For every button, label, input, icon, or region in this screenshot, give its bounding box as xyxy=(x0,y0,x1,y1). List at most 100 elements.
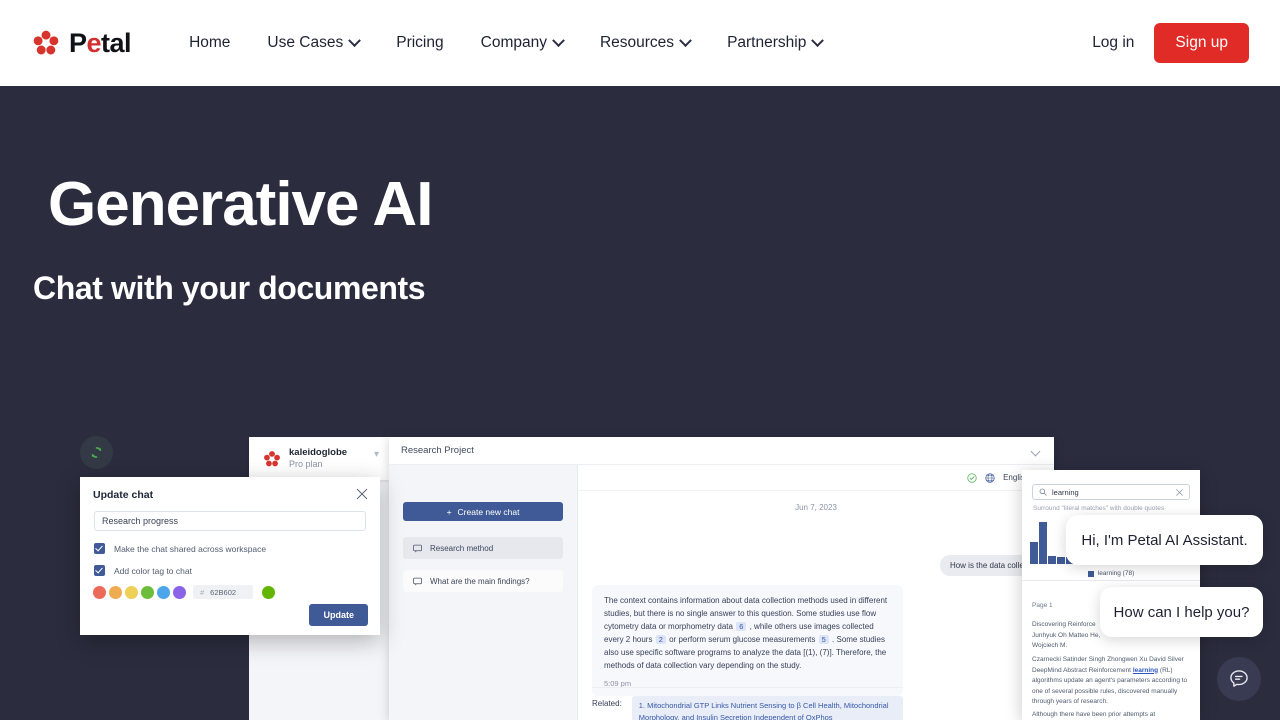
workspace-account-card[interactable]: kaleidoglobe Pro plan ▾ xyxy=(249,437,389,480)
result-line-3: Wojciech M. xyxy=(1032,642,1068,650)
page-root: Petal Home Use Cases Pricing Company Res… xyxy=(0,0,1280,720)
close-icon[interactable] xyxy=(356,488,368,500)
share-across-workspace-row[interactable]: Make the chat shared across workspace xyxy=(94,543,266,554)
create-new-chat-button[interactable]: + Create new chat xyxy=(403,502,563,521)
legend-label: learning (78) xyxy=(1097,570,1135,577)
legend-swatch xyxy=(1087,570,1094,577)
brand-name-e: e xyxy=(86,27,102,58)
top-navbar: Petal Home Use Cases Pricing Company Res… xyxy=(0,0,1280,86)
nav-actions: Log in Sign up xyxy=(1092,23,1249,63)
hex-hash-symbol: # xyxy=(200,587,205,597)
color-swatch-2[interactable] xyxy=(125,585,138,599)
sync-badge xyxy=(80,436,113,469)
citation-chip[interactable]: 5 xyxy=(818,634,829,644)
current-color-swatch[interactable] xyxy=(262,585,275,599)
chevron-down-icon[interactable] xyxy=(1030,446,1041,457)
color-swatch-row: # 62B602 xyxy=(93,585,275,599)
citation-chip[interactable]: 2 xyxy=(655,634,666,644)
workspace-name: kaleidoglobe xyxy=(289,446,348,458)
nav-item-use-cases[interactable]: Use Cases xyxy=(255,26,371,60)
answer-part-3: or perform serum glucose measurements xyxy=(669,634,816,644)
sync-icon xyxy=(91,447,102,458)
chevron-down-icon xyxy=(811,33,825,47)
related-label: Related: xyxy=(592,699,622,708)
result-body-block-2: Although there have been prior attempts … xyxy=(1032,711,1156,718)
hex-value: 62B602 xyxy=(210,587,237,597)
color-swatch-3[interactable] xyxy=(141,585,154,599)
color-swatch-5[interactable] xyxy=(173,585,186,599)
highlighted-term: learning xyxy=(1132,666,1159,674)
checkbox-label: Make the chat shared across workspace xyxy=(114,543,267,554)
related-items: 1. Mitochondrial GTP Links Nutrient Sens… xyxy=(631,696,903,720)
search-input-value[interactable]: learning xyxy=(1052,488,1171,497)
assistant-answer-bubble: The context contains information about d… xyxy=(592,585,903,696)
chat-list-item-label: What are the main findings? xyxy=(430,576,530,586)
chat-list-item[interactable]: Research method xyxy=(403,537,563,559)
hex-value-box[interactable]: # 62B602 xyxy=(193,585,253,599)
color-swatch-4[interactable] xyxy=(157,585,170,599)
checkbox-label: Add color tag to chat xyxy=(114,565,192,576)
chat-widget-button[interactable] xyxy=(1217,657,1261,701)
page-label: Page 1 xyxy=(1032,602,1053,609)
citation-chip[interactable]: 6 xyxy=(736,621,747,631)
assistant-answer-text: The context contains information about d… xyxy=(604,595,891,673)
nav-item-company[interactable]: Company xyxy=(469,26,575,60)
create-new-chat-label: Create new chat xyxy=(457,506,520,517)
clear-search-icon[interactable] xyxy=(1176,488,1183,496)
checkbox-checked-icon[interactable] xyxy=(94,543,105,554)
petal-flower-icon xyxy=(33,30,59,55)
chat-bubble-icon xyxy=(413,577,422,585)
brand-name-p: P xyxy=(69,27,87,58)
workspace-switcher-icon[interactable]: ▾ xyxy=(374,450,379,460)
check-circle-icon[interactable] xyxy=(967,472,977,483)
search-hint: Surround "literal matches" with double q… xyxy=(1033,505,1165,512)
search-box[interactable]: learning xyxy=(1032,484,1190,500)
login-link[interactable]: Log in xyxy=(1092,34,1134,52)
conversation-toolbar: English (U xyxy=(578,465,1054,491)
search-icon xyxy=(1039,488,1047,496)
checkbox-checked-icon[interactable] xyxy=(94,565,105,576)
app-window: Research Project + Create new chat Resea… xyxy=(389,437,1054,720)
assistant-prompt-bubble: How can I help you? xyxy=(1100,587,1263,637)
color-swatch-0[interactable] xyxy=(93,585,106,599)
project-title: Research Project xyxy=(401,445,474,456)
nav-label: Resources xyxy=(599,34,675,51)
nav-item-pricing[interactable]: Pricing xyxy=(384,26,455,60)
chart-bar xyxy=(1039,522,1048,564)
assistant-greeting-bubble: Hi, I'm Petal AI Assistant. xyxy=(1066,515,1263,565)
chart-bar xyxy=(1030,542,1039,564)
nav-item-home[interactable]: Home xyxy=(177,26,242,60)
nav-label: Home xyxy=(189,34,231,51)
globe-icon[interactable] xyxy=(985,472,995,483)
dialog-title: Update chat xyxy=(93,489,154,501)
nav-item-resources[interactable]: Resources xyxy=(588,26,702,60)
conversation-panel: English (U Jun 7, 2023 How is the data c… xyxy=(578,465,1054,720)
workspace-texts: kaleidoglobe Pro plan xyxy=(289,447,347,470)
related-item[interactable]: 1. Mitochondrial GTP Links Nutrient Sens… xyxy=(631,696,903,720)
product-screenshot-collage: kaleidoglobe Pro plan ▾ Research Project… xyxy=(0,0,1280,720)
nav-links: Home Use Cases Pricing Company Resources… xyxy=(177,26,834,60)
chart-legend: learning (78) xyxy=(1030,570,1192,577)
chat-bubble-icon xyxy=(413,544,422,552)
add-color-tag-row[interactable]: Add color tag to chat xyxy=(94,565,192,576)
brand-name-tal: tal xyxy=(101,27,132,58)
signup-button[interactable]: Sign up xyxy=(1154,23,1249,63)
nav-label: Pricing xyxy=(396,34,444,51)
nav-label: Partnership xyxy=(727,34,807,51)
chart-bar xyxy=(1048,556,1057,564)
chart-bar xyxy=(1057,557,1066,564)
chat-list-item[interactable]: What are the main findings? xyxy=(403,570,563,592)
update-button[interactable]: Update xyxy=(309,604,368,626)
update-chat-dialog: Update chat Make the chat shared across … xyxy=(80,477,380,635)
nav-label: Use Cases xyxy=(267,34,344,51)
conversation-date: Jun 7, 2023 xyxy=(795,503,837,512)
nav-item-partnership[interactable]: Partnership xyxy=(715,26,834,60)
chat-name-input[interactable] xyxy=(94,511,366,531)
color-swatch-1[interactable] xyxy=(109,585,122,599)
chat-list-panel: + Create new chat Research method What a… xyxy=(389,465,578,720)
nav-label: Company xyxy=(480,34,547,51)
related-section: Related: 1. Mitochondrial GTP Links Nutr… xyxy=(592,687,903,720)
brand-logo[interactable]: Petal xyxy=(32,27,132,58)
chevron-down-icon xyxy=(552,33,565,47)
result-body-block: Czarnecki Satinder Singh Zhongwen Xu Dav… xyxy=(1032,655,1190,708)
